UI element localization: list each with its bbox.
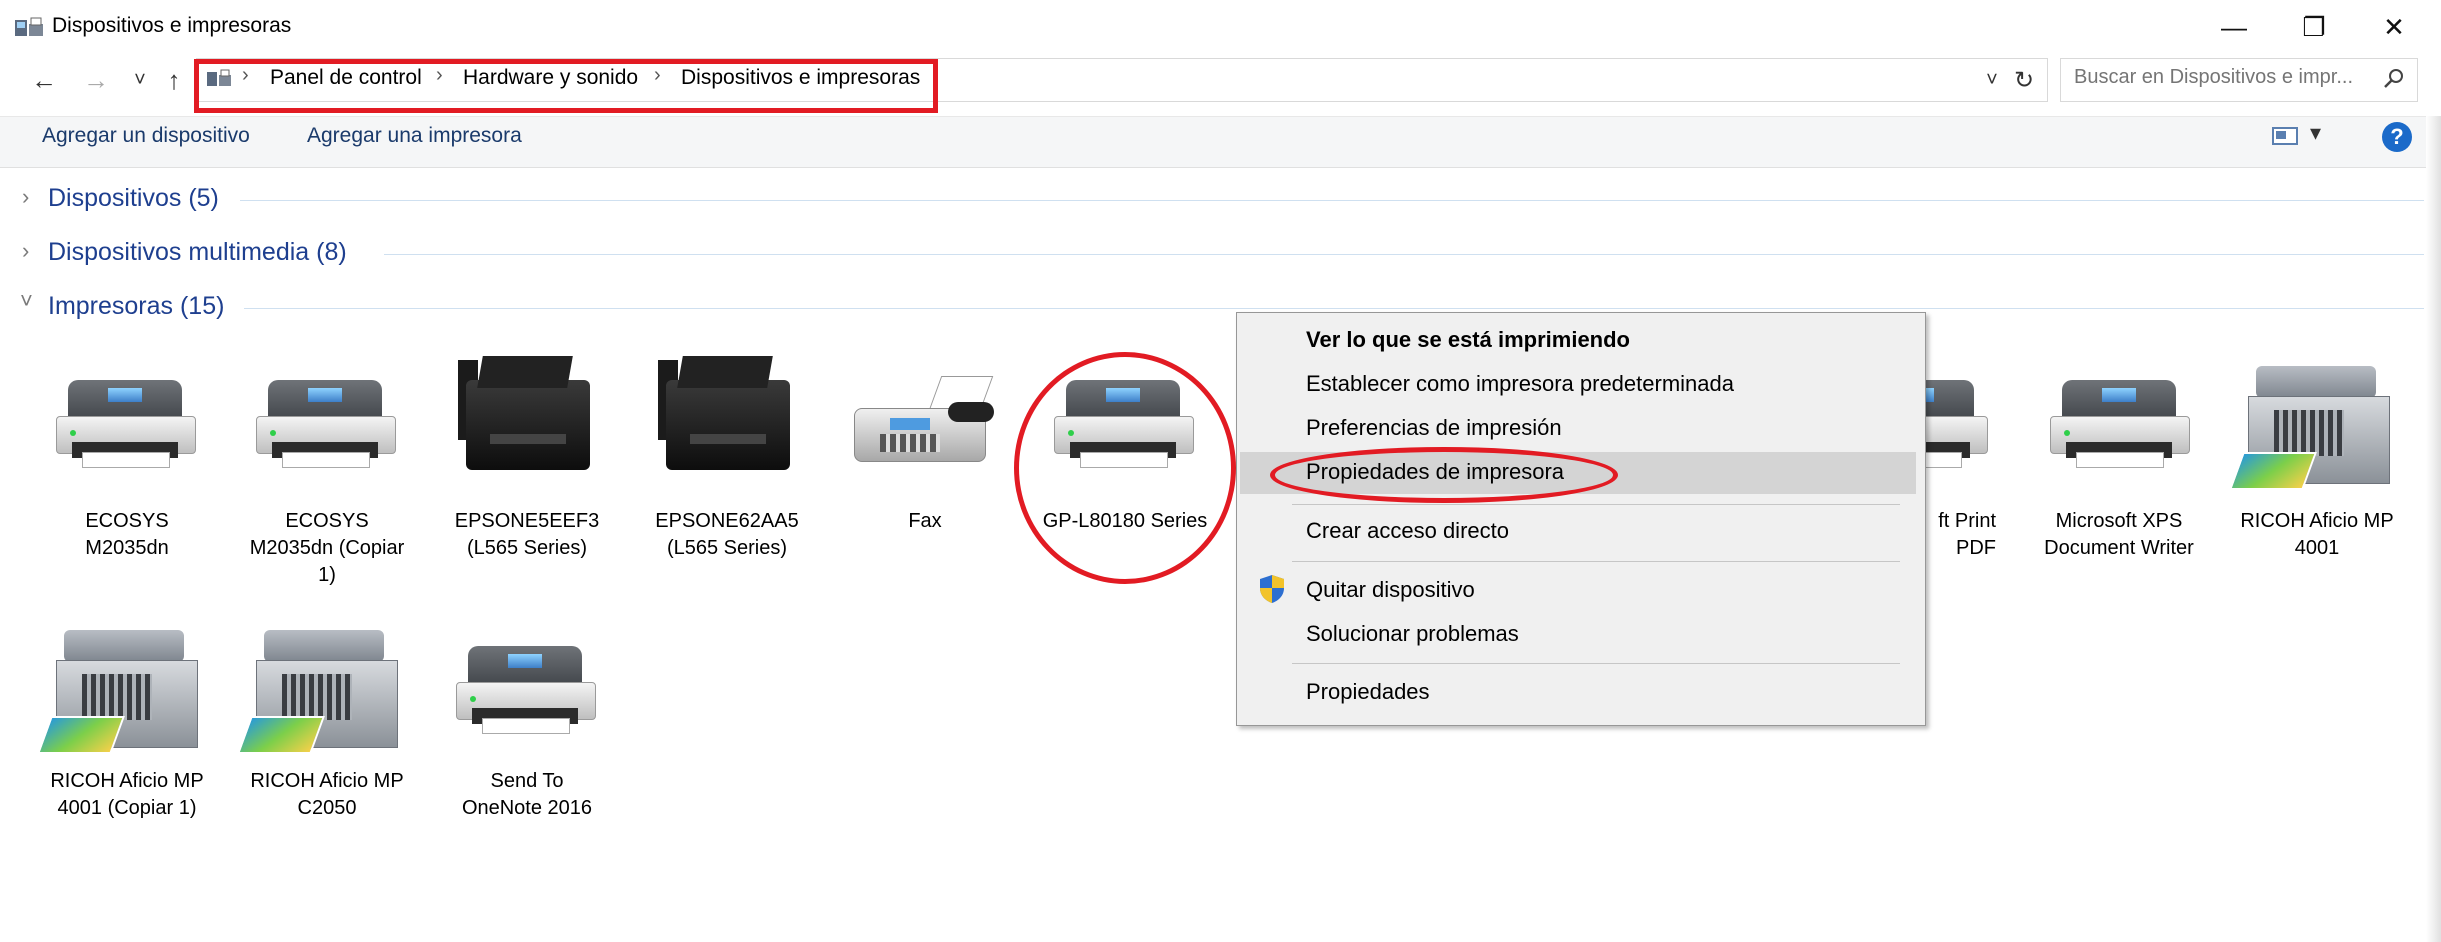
menu-separator xyxy=(1292,561,1900,562)
printer-label: RICOH Aficio MP 4001 (Copiar 1) xyxy=(50,770,204,819)
printer-tile-epsone62aa5[interactable] xyxy=(650,350,800,480)
search-icon[interactable] xyxy=(2382,66,2406,90)
printer-tile-ecosys-m2035dn-copy[interactable] xyxy=(250,370,400,490)
group-divider xyxy=(244,308,2424,309)
breadcrumb-annotation-rectangle xyxy=(194,59,938,113)
add-device-button[interactable]: Agregar un dispositivo xyxy=(42,124,250,148)
printer-icon xyxy=(2044,370,2194,480)
printer-label: RICOH Aficio MP C2050 xyxy=(250,770,404,819)
group-divider xyxy=(240,200,2424,201)
printer-label: RICOH Aficio MP 4001 xyxy=(2240,510,2394,559)
printer-label: ECOSYS M2035dn (Copiar 1) xyxy=(249,510,405,586)
printer-tile-ricoh-4001[interactable] xyxy=(2229,360,2396,490)
inkjet-printer-icon xyxy=(450,350,600,480)
menu-item-set-default[interactable]: Establecer como impresora predeterminada xyxy=(1306,371,1734,397)
group-header-multimedia-devices[interactable]: Dispositivos multimedia (8) xyxy=(48,238,347,267)
printer-label: Microsoft XPS Document Writer xyxy=(2044,510,2194,559)
multifunction-printer-icon xyxy=(37,624,204,754)
fax-icon xyxy=(850,368,1000,478)
printer-tile-microsoft-xps[interactable] xyxy=(2044,370,2194,490)
printer-label: ECOSYS M2035dn xyxy=(85,510,169,559)
forward-arrow-icon[interactable]: → xyxy=(78,62,114,98)
printer-tile-fax[interactable] xyxy=(850,368,1000,488)
printer-tile-ricoh-4001-copy[interactable] xyxy=(37,624,204,754)
group-expand-chevron-icon[interactable]: › xyxy=(22,184,29,210)
group-expand-chevron-icon[interactable]: › xyxy=(22,238,29,264)
group-divider xyxy=(384,254,2424,255)
menu-item-printing-preferences[interactable]: Preferencias de impresión xyxy=(1306,415,1562,441)
menu-item-troubleshoot[interactable]: Solucionar problemas xyxy=(1306,621,1519,647)
menu-annotation-ellipse xyxy=(1270,447,1618,503)
help-icon[interactable]: ? xyxy=(2382,122,2412,152)
maximize-button[interactable]: ❐ xyxy=(2274,0,2354,54)
printer-tile-epsone5eef3[interactable] xyxy=(450,350,600,480)
menu-item-create-shortcut[interactable]: Crear acceso directo xyxy=(1306,518,1509,544)
printer-icon xyxy=(450,636,600,746)
devices-printers-app-icon xyxy=(14,16,44,40)
printer-label: EPSONE5EEF3 (L565 Series) xyxy=(454,510,600,559)
group-collapse-chevron-icon[interactable]: ˅ xyxy=(20,288,33,314)
printer-annotation-circle xyxy=(1014,352,1236,584)
menu-separator xyxy=(1292,663,1900,664)
uac-shield-icon xyxy=(1258,574,1286,604)
refresh-icon[interactable]: ↻ xyxy=(2006,62,2042,98)
menu-item-remove-device[interactable]: Quitar dispositivo xyxy=(1306,577,1475,603)
printer-tile-send-to-onenote[interactable] xyxy=(450,636,600,756)
printer-label: Fax xyxy=(908,510,942,532)
up-arrow-icon[interactable]: ↑ xyxy=(156,62,192,98)
printer-tile-ricoh-c2050[interactable] xyxy=(237,624,404,754)
add-printer-button[interactable]: Agregar una impresora xyxy=(307,124,522,148)
multifunction-printer-icon xyxy=(2229,360,2396,490)
menu-item-properties[interactable]: Propiedades xyxy=(1306,679,1430,705)
change-view-icon[interactable] xyxy=(2272,126,2298,146)
window-title: Dispositivos e impresoras xyxy=(52,14,292,37)
printer-icon xyxy=(50,370,200,480)
minimize-button[interactable]: — xyxy=(2194,0,2274,54)
close-button[interactable]: ✕ xyxy=(2354,0,2434,54)
printer-label: EPSONE62AA5 (L565 Series) xyxy=(655,510,799,559)
view-dropdown-chevron-icon[interactable]: ▾ xyxy=(2310,120,2321,146)
back-arrow-icon[interactable]: ← xyxy=(26,62,62,98)
printer-tile-microsoft-print-to-pdf[interactable] xyxy=(1924,370,1992,470)
printer-tile-ecosys-m2035dn[interactable] xyxy=(50,370,200,490)
multifunction-printer-icon xyxy=(237,624,404,754)
title-bar xyxy=(0,0,2441,56)
printer-icon xyxy=(1924,370,1992,470)
printer-label: Send To OneNote 2016 xyxy=(461,770,593,819)
menu-separator xyxy=(1292,504,1900,505)
group-header-devices[interactable]: Dispositivos (5) xyxy=(48,184,219,213)
scrollbar[interactable] xyxy=(2426,116,2441,942)
menu-item-see-printing[interactable]: Ver lo que se está imprimiendo xyxy=(1306,327,1630,353)
address-dropdown-chevron-icon[interactable]: ˅ xyxy=(1974,62,2010,98)
recent-locations-chevron-icon[interactable]: ˅ xyxy=(122,62,158,98)
printer-icon xyxy=(250,370,400,480)
group-header-printers[interactable]: Impresoras (15) xyxy=(48,292,224,321)
inkjet-printer-icon xyxy=(650,350,800,480)
search-input[interactable] xyxy=(2074,66,2374,89)
